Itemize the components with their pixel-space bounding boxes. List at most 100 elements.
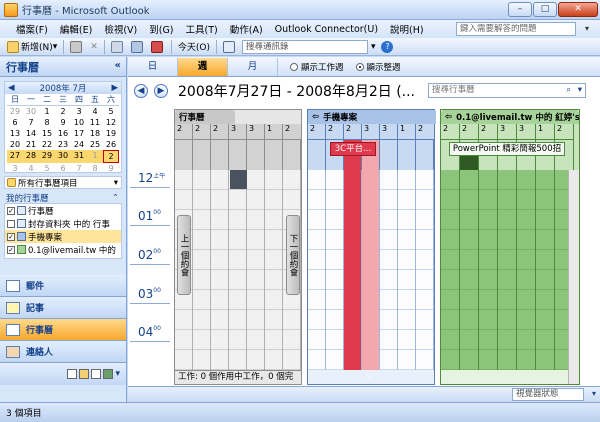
day-cell[interactable]: 22 <box>39 139 55 150</box>
menu-file[interactable]: 檔案(F) <box>10 22 54 36</box>
menu-actions[interactable]: 動作(A) <box>224 22 269 36</box>
day-cell[interactable]: 6 <box>55 163 71 174</box>
today-button[interactable]: 今天(O) <box>175 39 213 55</box>
journal-icon[interactable] <box>103 369 114 379</box>
busy-slot[interactable] <box>460 156 478 170</box>
calendar-item-livemail[interactable]: ✓ 0.1@livemail.tw 中的 <box>5 243 121 256</box>
help-question-input[interactable]: 鍵入需要解答的問題 <box>456 22 576 36</box>
address-book-search-input[interactable]: 搜尋通訊錄 <box>241 39 368 54</box>
day-cell[interactable]: 17 <box>71 128 87 139</box>
chevron-down-icon[interactable]: ▾ <box>368 39 379 55</box>
day-cell[interactable]: 11 <box>87 117 103 128</box>
checkbox-checked-icon[interactable]: ✓ <box>7 206 15 215</box>
checkbox-checked-icon[interactable]: ✓ <box>7 232 15 241</box>
collapse-icon[interactable]: « <box>115 60 121 71</box>
day-cell[interactable]: 3 <box>71 106 87 117</box>
my-calendars-header[interactable]: 我的行事曆 ⌃ <box>4 192 122 204</box>
day-cell[interactable]: 5 <box>39 163 55 174</box>
calendar-item-archive[interactable]: 封存資料夾 中的 行事 <box>5 217 121 230</box>
radio-full-week[interactable]: 顯示整週 <box>355 61 401 73</box>
menu-view[interactable]: 檢視(V) <box>98 22 143 36</box>
day-cell[interactable]: 18 <box>87 128 103 139</box>
overlay-icon[interactable]: ⇦ <box>445 112 452 122</box>
day-cell[interactable]: 9 <box>103 163 119 174</box>
calendar-item-main[interactable]: ✓ 行事曆 <box>5 204 121 217</box>
time-grid[interactable] <box>175 170 301 370</box>
forward-arrow-icon[interactable]: ▶ <box>154 84 168 98</box>
day-cell[interactable]: 25 <box>87 139 103 150</box>
shortcut-icon[interactable] <box>91 369 102 379</box>
print-button[interactable] <box>67 39 87 55</box>
day-cell[interactable]: 19 <box>103 128 119 139</box>
day-cell[interactable]: 7 <box>23 117 39 128</box>
menu-tools[interactable]: 工具(T) <box>180 22 224 36</box>
day-cell-selected[interactable]: 29 <box>39 150 55 163</box>
day-cell[interactable]: 14 <box>23 128 39 139</box>
day-cell[interactable]: 10 <box>71 117 87 128</box>
tab-day[interactable]: 日 <box>128 57 178 76</box>
day-cell[interactable]: 24 <box>71 139 87 150</box>
day-cell[interactable]: 30 <box>23 106 39 117</box>
categories-button[interactable] <box>148 39 168 55</box>
chevron-down-icon[interactable]: ▾ <box>115 369 120 379</box>
day-cell-selected[interactable]: 27 <box>7 150 23 163</box>
tab-week[interactable]: 週 <box>178 57 228 76</box>
day-cell[interactable]: 8 <box>39 117 55 128</box>
day-cell[interactable]: 4 <box>87 106 103 117</box>
day-cell[interactable]: 1 <box>39 106 55 117</box>
back-arrow-icon[interactable]: ◀ <box>134 84 148 98</box>
collapse-up-icon[interactable]: ⌃ <box>112 193 119 203</box>
day-cell-selected[interactable]: 28 <box>23 150 39 163</box>
day-cell-today[interactable]: 2 <box>103 150 119 163</box>
selected-slot[interactable] <box>230 170 247 189</box>
chevron-down-icon[interactable]: ▾ <box>580 22 594 36</box>
help-button[interactable]: ? <box>378 39 396 55</box>
close-button[interactable]: ✕ <box>558 2 598 17</box>
day-cell[interactable]: 21 <box>23 139 39 150</box>
tasks-icon[interactable] <box>67 369 78 379</box>
day-cell[interactable]: 2 <box>55 106 71 117</box>
scroll-down-icon[interactable]: ▽ <box>366 372 372 381</box>
day-cell[interactable]: 12 <box>103 117 119 128</box>
chevron-down-icon[interactable]: ▾ <box>592 389 596 398</box>
next-appointment-button[interactable]: 下一個約會 <box>286 215 300 295</box>
search-icon[interactable]: ⌕ <box>566 84 571 97</box>
delete-button[interactable]: ✕ <box>87 39 101 55</box>
day-cell-selected[interactable]: 30 <box>55 150 71 163</box>
appointment-powerpoint[interactable]: PowerPoint 精彩簡報500招 <box>449 142 565 156</box>
day-cell[interactable]: 5 <box>103 106 119 117</box>
nav-button-mail[interactable]: 郵件 <box>0 275 126 297</box>
all-day-area[interactable] <box>175 140 301 170</box>
day-cell[interactable]: 16 <box>55 128 71 139</box>
appointment-band[interactable] <box>362 140 379 370</box>
menu-help[interactable]: 說明(H) <box>384 22 430 36</box>
day-cell[interactable]: 13 <box>7 128 23 139</box>
nav-button-calendar[interactable]: 行事曆 <box>0 319 126 341</box>
calendar-search-input[interactable]: 搜尋行事曆 ⌕ ▾ <box>428 83 586 98</box>
day-cell-selected[interactable]: 31 <box>71 150 87 163</box>
checkbox-icon[interactable] <box>7 219 15 228</box>
nav-button-notes[interactable]: 記事 <box>0 297 126 319</box>
view-button[interactable] <box>128 39 148 55</box>
nav-button-contacts[interactable]: 連絡人 <box>0 341 126 363</box>
chevron-down-icon[interactable]: ▾ <box>578 84 582 97</box>
day-cell[interactable]: 7 <box>71 163 87 174</box>
day-cell-selected[interactable]: 1 <box>87 150 103 163</box>
prev-month-icon[interactable]: ◀ <box>8 83 15 93</box>
day-cell[interactable]: 20 <box>7 139 23 150</box>
day-cell[interactable]: 8 <box>87 163 103 174</box>
maximize-button[interactable]: □ <box>533 2 557 17</box>
status-search[interactable]: 視覺器狀態 <box>512 388 584 401</box>
menu-outlook-connector[interactable]: Outlook Connector(U) <box>269 24 384 35</box>
day-cell[interactable]: 15 <box>39 128 55 139</box>
day-cell[interactable]: 3 <box>7 163 23 174</box>
tab-month[interactable]: 月 <box>228 57 278 76</box>
menu-edit[interactable]: 編輯(E) <box>54 22 98 36</box>
go-to-date-button[interactable] <box>108 39 128 55</box>
day-cell[interactable]: 23 <box>55 139 71 150</box>
calendar-item-mobile-project[interactable]: ✓ 手機專案 <box>5 230 121 243</box>
next-month-icon[interactable]: ▶ <box>111 83 118 93</box>
menu-go[interactable]: 到(G) <box>143 22 179 36</box>
prev-appointment-button[interactable]: 上一個約會 <box>177 215 191 295</box>
radio-work-week[interactable]: 顯示工作週 <box>290 61 344 73</box>
